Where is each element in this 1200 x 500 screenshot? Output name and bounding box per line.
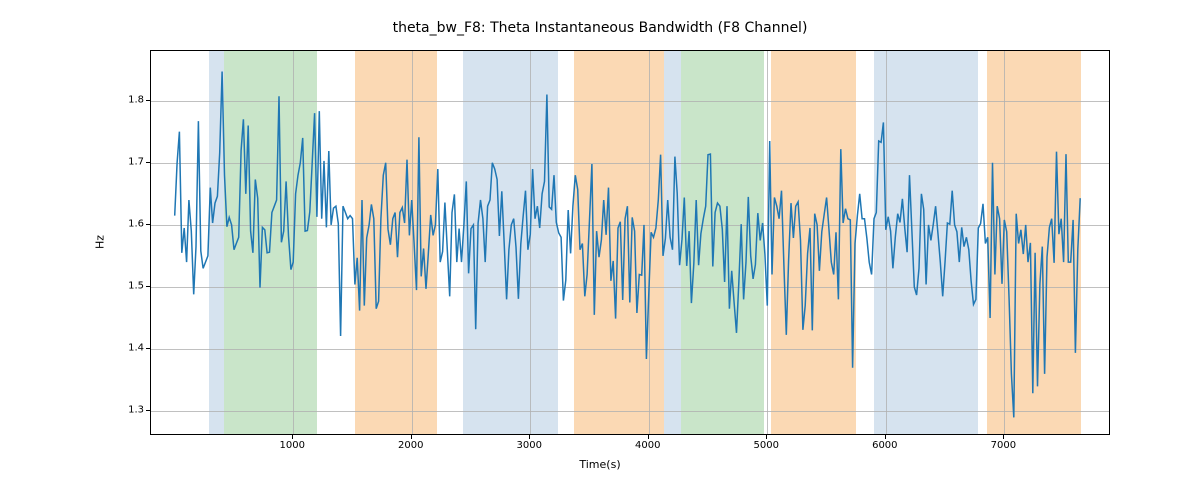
x-tick-label: 7000: [991, 440, 1016, 451]
chart-title: theta_bw_F8: Theta Instantaneous Bandwid…: [0, 20, 1200, 36]
plot-area: [150, 50, 1110, 435]
tickmark-x: [766, 435, 767, 439]
y-tick-label: 1.5: [120, 280, 144, 291]
x-tick-label: 1000: [279, 440, 304, 451]
x-tick-label: 4000: [635, 440, 660, 451]
x-tick-label: 5000: [754, 440, 779, 451]
x-tick-label: 3000: [517, 440, 542, 451]
x-tick-label: 6000: [872, 440, 897, 451]
tickmark-y: [146, 162, 150, 163]
y-tick-label: 1.7: [120, 156, 144, 167]
y-tick-label: 1.6: [120, 218, 144, 229]
tickmark-x: [648, 435, 649, 439]
tickmark-x: [1003, 435, 1004, 439]
y-tick-label: 1.8: [120, 94, 144, 105]
tickmark-y: [146, 286, 150, 287]
y-axis-label: Hz: [94, 235, 107, 249]
x-tick-label: 2000: [398, 440, 423, 451]
tickmark-y: [146, 224, 150, 225]
x-axis-label: Time(s): [0, 458, 1200, 471]
tickmark-x: [292, 435, 293, 439]
tickmark-y: [146, 410, 150, 411]
tickmark-x: [529, 435, 530, 439]
y-tick-label: 1.3: [120, 405, 144, 416]
tickmark-y: [146, 348, 150, 349]
tickmark-y: [146, 100, 150, 101]
y-tick-label: 1.4: [120, 343, 144, 354]
tickmark-x: [885, 435, 886, 439]
tickmark-x: [411, 435, 412, 439]
series-line: [151, 51, 1110, 435]
